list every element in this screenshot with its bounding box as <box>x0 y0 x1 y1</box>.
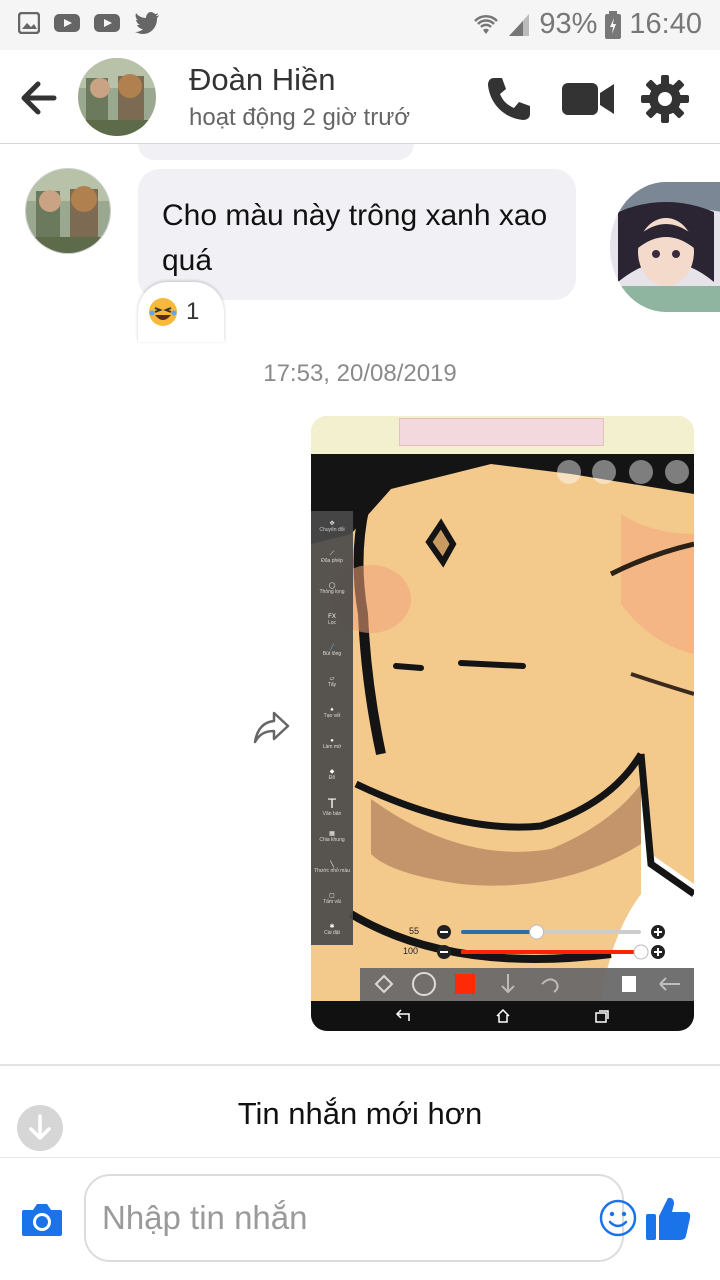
back-nav-icon <box>395 1009 410 1021</box>
drawing-bottom-toolbar <box>360 968 694 1001</box>
brush-sliders: 55 100 <box>353 924 694 964</box>
incoming-message-bubble[interactable]: Cho màu này trông xanh xao quá <box>138 169 576 300</box>
shared-image[interactable]: ✥ Chuyển đổi ⟋ Đũa phép ◯ Thòng lọng FX Lọc … <box>311 416 694 1031</box>
text-tool[interactable]: T Văn bản <box>311 790 353 821</box>
previous-message-bubble <box>138 144 414 160</box>
brush-tool[interactable]: ╱ Bút lông <box>311 635 353 666</box>
eraser-tool[interactable]: ▱ Tẩy <box>311 666 353 697</box>
signal-icon <box>509 13 530 36</box>
phone-icon[interactable] <box>484 74 534 124</box>
slider-tracks <box>437 924 665 960</box>
battery-percentage: 93% <box>539 8 598 40</box>
message-composer <box>0 1158 720 1280</box>
new-messages-banner[interactable]: Tin nhắn mới hơn <box>0 1064 720 1158</box>
recents-nav-icon <box>595 1010 609 1023</box>
emoji-icon[interactable] <box>598 1198 638 1238</box>
smudge-tool[interactable]: ♠ Tạo vết <box>311 697 353 728</box>
gear-icon[interactable] <box>640 74 690 124</box>
home-nav-icon <box>495 1009 510 1023</box>
blur-tool[interactable]: ● Làm mờ <box>311 728 353 759</box>
ad-banner <box>311 416 694 454</box>
lasso-tool[interactable]: ◯ Thòng lọng <box>311 573 353 604</box>
notification-icons <box>18 12 160 34</box>
new-messages-label: Tin nhắn mới hơn <box>237 1096 483 1131</box>
clock: 16:40 <box>629 8 702 40</box>
read-receipt-avatar <box>610 182 720 312</box>
system-indicators: 93% 16:40 <box>473 8 702 41</box>
frame-tool[interactable]: ▦ Chia khung <box>311 821 353 852</box>
drawing-canvas <box>311 454 694 1001</box>
android-nav-bar <box>311 1001 694 1031</box>
contact-status: hoạt động 2 giờ trướ <box>189 104 411 131</box>
message-input[interactable] <box>102 1188 552 1248</box>
reaction-count: 1 <box>186 298 200 325</box>
fill-tool[interactable]: ◆ Đổ <box>311 759 353 790</box>
contact-avatar[interactable] <box>78 58 156 136</box>
message-timestamp: 17:53, 20/08/2019 <box>263 360 457 387</box>
share-icon[interactable] <box>252 707 292 747</box>
conversation-header: Đoàn Hiền hoạt động 2 giờ trướ <box>0 50 720 144</box>
camera-icon[interactable] <box>20 1198 64 1242</box>
contact-name[interactable]: Đoàn Hiền <box>189 62 335 98</box>
sender-avatar[interactable] <box>25 168 111 254</box>
fx-tool[interactable]: FX Lọc <box>311 604 353 635</box>
youtube-icon <box>54 14 80 32</box>
message-reaction[interactable]: 1 <box>138 282 224 342</box>
laughing-emoji-icon <box>149 298 177 326</box>
thumbs-up-icon[interactable] <box>644 1194 692 1242</box>
video-call-icon[interactable] <box>560 74 616 124</box>
move-tool[interactable]: ✥ Chuyển đổi <box>311 511 353 542</box>
settings-tool[interactable]: ✱ Cài đặt <box>311 914 353 945</box>
image-icon <box>18 12 40 34</box>
message-list[interactable]: Cho màu này trông xanh xao quá 1 17:53, … <box>0 144 720 1064</box>
status-bar: 93% 16:40 <box>0 0 720 50</box>
battery-icon <box>605 10 622 39</box>
twitter-icon <box>135 12 159 34</box>
youtube-icon <box>94 14 120 32</box>
message-input-box <box>84 1174 637 1262</box>
eyedropper-tool[interactable]: ╲ Thước nhỏ màu <box>311 852 353 883</box>
wifi-icon <box>474 14 499 34</box>
canvas-tool[interactable]: ▢ Tấm vải <box>311 883 353 914</box>
magic-wand-tool[interactable]: ⟋ Đũa phép <box>311 542 353 573</box>
drawing-toolbar: ✥ Chuyển đổi ⟋ Đũa phép ◯ Thòng lọng FX Lọc … <box>311 511 353 945</box>
opacity-value: 100 <box>403 946 419 956</box>
back-arrow-icon[interactable] <box>18 78 58 118</box>
ad-strip <box>399 418 604 446</box>
